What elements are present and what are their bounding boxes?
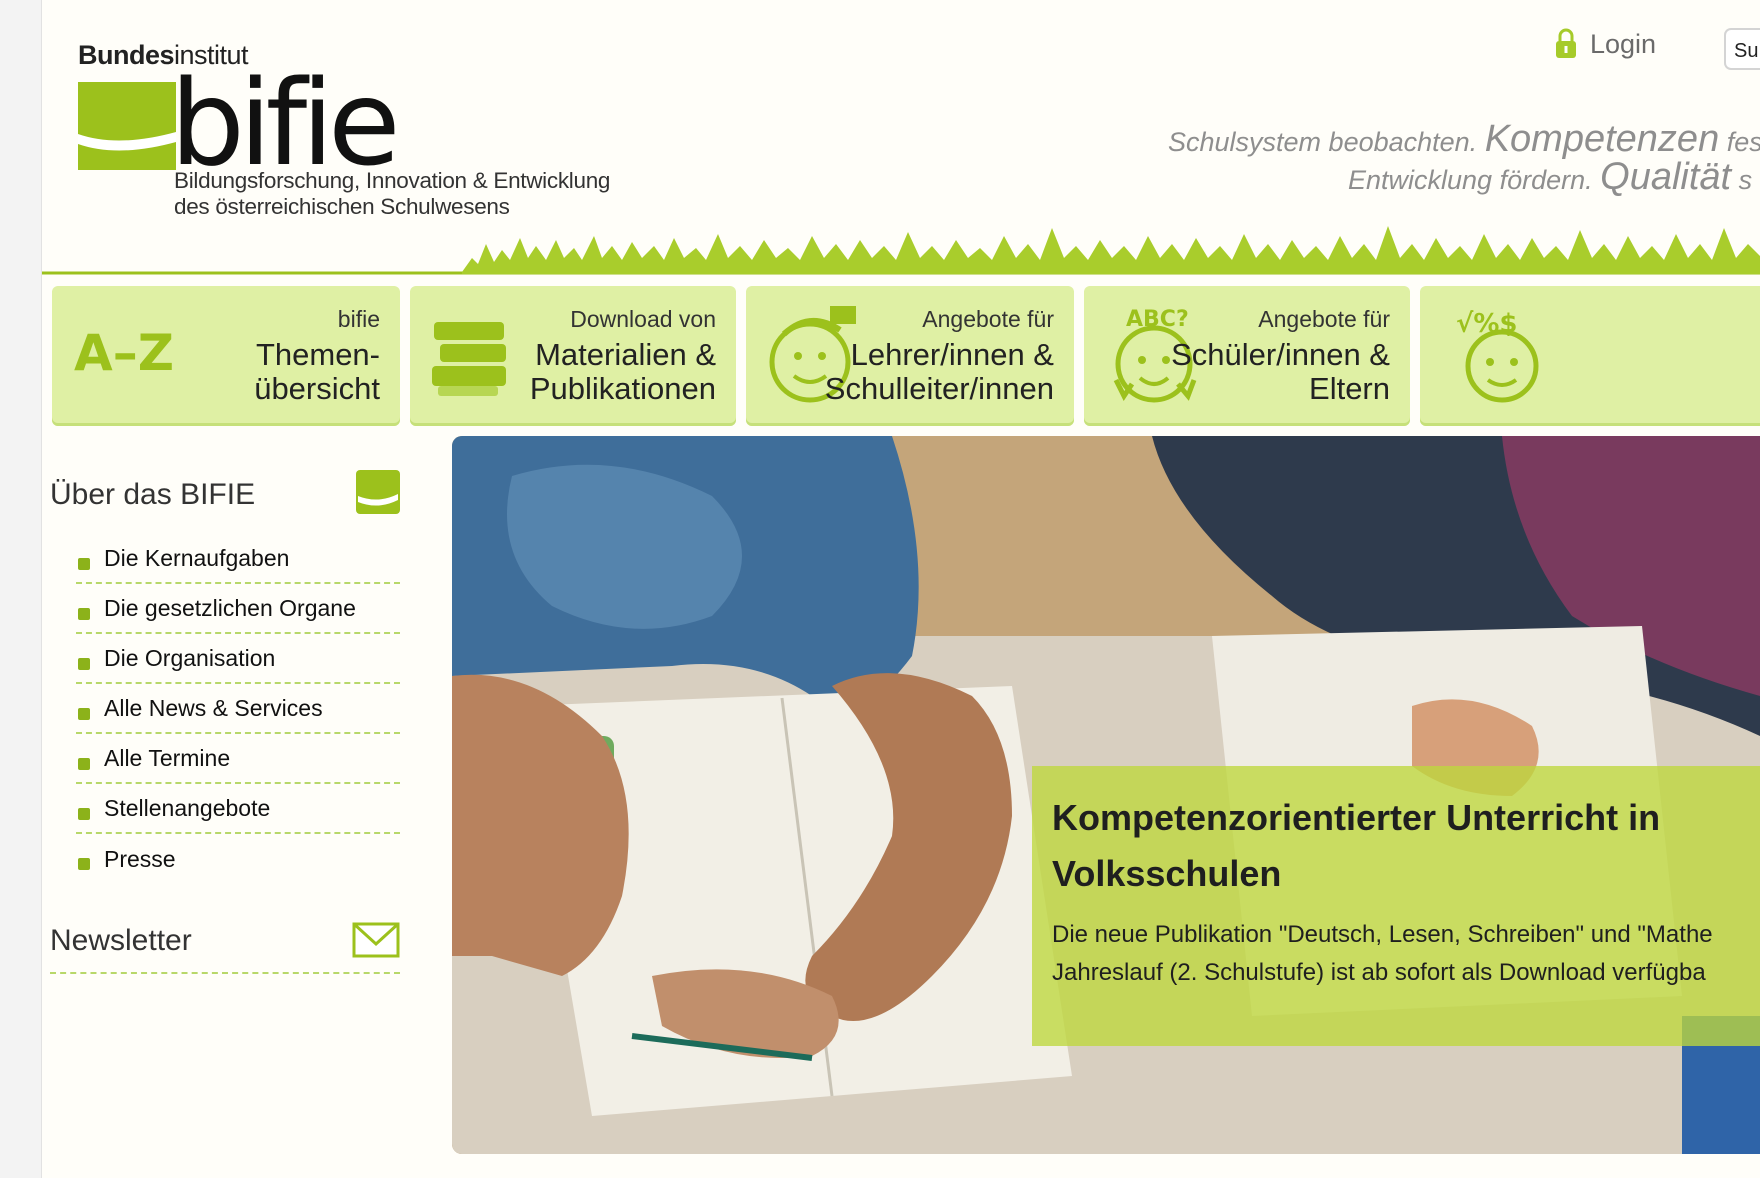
tile-small-label: Download von: [570, 306, 716, 332]
bullet-icon: [78, 808, 90, 820]
hero-slider[interactable]: Kompetenzorientierter Unterricht in Volk…: [452, 436, 1760, 1154]
sidebar-item-stellenangebote[interactable]: Stellenangebote: [76, 784, 400, 834]
tile-schueler[interactable]: ABC? Angebote für Schüler/innen & Eltern: [1084, 286, 1410, 426]
sidebar-item-kernaufgaben[interactable]: Die Kernaufgaben: [76, 534, 400, 584]
sidebar-heading[interactable]: Über das BIFIE: [50, 470, 400, 526]
sidebar-item-organisation[interactable]: Die Organisation: [76, 634, 400, 684]
tile-small-label: Angebote für: [922, 306, 1054, 332]
search-input[interactable]: Su: [1724, 28, 1760, 70]
hero-caption[interactable]: Kompetenzorientierter Unterricht in Volk…: [1032, 766, 1760, 1046]
sidebar-item-termine[interactable]: Alle Termine: [76, 734, 400, 784]
site-header: Bundesinstitut bifie Bildungsforschung, …: [42, 0, 1760, 276]
sidebar-item-gesetzliche-organe[interactable]: Die gesetzlichen Organe: [76, 584, 400, 634]
svg-text:A–Z: A–Z: [74, 324, 174, 382]
tile-more[interactable]: √%$: [1420, 286, 1760, 426]
grass-banner: [42, 226, 1760, 275]
sidebar-heading-label: Über das BIFIE: [50, 478, 256, 511]
bullet-icon: [78, 558, 90, 570]
bullet-icon: [78, 858, 90, 870]
window-left-edge: [0, 0, 42, 1178]
bullet-icon: [78, 758, 90, 770]
header-slogan: Schulsystem beobachten. Kompetenzen fest…: [1168, 118, 1760, 198]
sidebar: Über das BIFIE Die Kernaufgaben Die gese…: [50, 470, 400, 974]
tile-themenuebersicht[interactable]: A–Z bifie Themen- übersicht: [52, 286, 400, 426]
tile-big-label: Lehrer/innen & Schulleiter/innen: [824, 337, 1054, 406]
page: Bundesinstitut bifie Bildungsforschung, …: [42, 0, 1760, 1178]
sidebar-item-presse[interactable]: Presse: [76, 834, 400, 884]
logo-green-mark: [78, 82, 176, 170]
tile-small-label: bifie: [337, 306, 380, 332]
lock-icon: [1556, 28, 1576, 58]
envelope-icon: [352, 922, 400, 958]
login-label: Login: [1590, 28, 1657, 59]
sidebar-list: Die Kernaufgaben Die gesetzlichen Organe…: [50, 534, 400, 884]
svg-text:ABC?: ABC?: [1126, 307, 1189, 332]
bullet-icon: [78, 608, 90, 620]
login-link[interactable]: Login: [1554, 28, 1656, 60]
bullet-icon: [78, 658, 90, 670]
topic-tiles: A–Z bifie Themen- übersicht Download von…: [42, 286, 1760, 426]
tile-materialien[interactable]: Download von Materialien & Publikationen: [410, 286, 736, 426]
sidebar-item-news-services[interactable]: Alle News & Services: [76, 684, 400, 734]
hero-text: Die neue Publikation "Deutsch, Lesen, Sc…: [1052, 921, 1713, 986]
bifie-mark-icon: [356, 470, 400, 514]
a-z-icon: A–Z: [74, 324, 174, 382]
tile-small-label: Angebote für: [1258, 306, 1390, 332]
tile-lehrer[interactable]: Angebote für Lehrer/innen & Schulleiter/…: [746, 286, 1074, 426]
logo-wordmark: bifie: [170, 54, 401, 192]
tile-big-label: Materialien & Publikationen: [529, 337, 716, 406]
books-icon: [432, 322, 506, 396]
math-face-icon: √%$: [1456, 309, 1539, 403]
hero-title[interactable]: Kompetenzorientierter Unterricht in Volk…: [1052, 790, 1760, 902]
newsletter-label: Newsletter: [50, 924, 192, 957]
newsletter-link[interactable]: Newsletter: [50, 918, 400, 974]
bullet-icon: [78, 708, 90, 720]
tile-big-label: Schüler/innen & Eltern: [1171, 337, 1390, 406]
tile-big-label: Themen- übersicht: [254, 337, 380, 406]
svg-text:√%$: √%$: [1456, 309, 1517, 339]
